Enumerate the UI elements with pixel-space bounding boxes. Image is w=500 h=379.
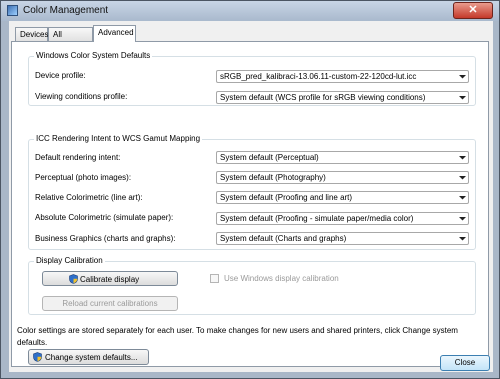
tab-all-profiles[interactable]: All Profiles xyxy=(48,27,93,52)
perceptual-select[interactable]: System default (Photography) xyxy=(216,171,469,184)
calibrate-display-label: Calibrate display xyxy=(80,275,140,284)
perceptual-value: System default (Photography) xyxy=(220,173,326,182)
icc-mapping-group-label: ICC Rendering Intent to WCS Gamut Mappin… xyxy=(34,134,203,143)
default-intent-select[interactable]: System default (Perceptual) xyxy=(216,151,469,164)
uac-shield-icon xyxy=(69,274,78,284)
absolute-colorimetric-label: Absolute Colorimetric (simulate paper): xyxy=(35,213,174,222)
relative-colorimetric-select[interactable]: System default (Proofing and line art) xyxy=(216,191,469,204)
title-bar: Color Management ✕ xyxy=(1,1,499,21)
device-profile-label: Device profile: xyxy=(35,71,86,80)
device-profile-select[interactable]: sRGB_pred_kalibraci-13.06.11-custom-22-1… xyxy=(216,70,469,83)
chevron-down-icon xyxy=(459,217,466,221)
reload-calibrations-button: Reload current calibrations xyxy=(42,296,178,311)
wcs-defaults-group: Windows Color System Defaults Device pro… xyxy=(28,51,476,106)
dialog-client: Devices All Profiles Advanced Windows Co… xyxy=(9,21,493,372)
chevron-down-icon xyxy=(459,156,466,160)
color-management-icon xyxy=(7,5,18,16)
default-intent-label: Default rendering intent: xyxy=(35,153,121,162)
per-user-settings-note: Color settings are stored separately for… xyxy=(17,326,458,347)
reload-calibrations-label: Reload current calibrations xyxy=(62,299,158,308)
viewing-conditions-label: Viewing conditions profile: xyxy=(35,92,128,101)
close-button[interactable]: Close xyxy=(440,355,490,371)
window-close-button[interactable]: ✕ xyxy=(453,2,493,19)
uac-shield-icon xyxy=(33,352,42,362)
use-windows-calibration-option: Use Windows display calibration xyxy=(210,274,360,284)
window-title: Color Management xyxy=(23,5,109,16)
chevron-down-icon xyxy=(459,237,466,241)
relative-colorimetric-label: Relative Colorimetric (line art): xyxy=(35,193,143,202)
business-graphics-value: System default (Charts and graphs) xyxy=(220,234,347,243)
use-windows-calibration-checkbox xyxy=(210,274,219,283)
chevron-down-icon xyxy=(459,75,466,79)
tab-advanced[interactable]: Advanced xyxy=(93,25,136,42)
chevron-down-icon xyxy=(459,176,466,180)
icc-mapping-group: ICC Rendering Intent to WCS Gamut Mappin… xyxy=(28,134,476,250)
display-calibration-group-label: Display Calibration xyxy=(34,256,105,265)
use-windows-calibration-label: Use Windows display calibration xyxy=(224,274,339,283)
color-management-window: Color Management ✕ Devices All Profiles … xyxy=(0,0,500,379)
display-calibration-group: Display Calibration Calibrate display Re… xyxy=(28,256,476,315)
viewing-conditions-select[interactable]: System default (WCS profile for sRGB vie… xyxy=(216,91,469,104)
calibrate-display-button[interactable]: Calibrate display xyxy=(42,271,178,286)
wcs-defaults-group-label: Windows Color System Defaults xyxy=(34,51,153,60)
change-system-defaults-button[interactable]: Change system defaults... xyxy=(28,349,149,365)
business-graphics-select[interactable]: System default (Charts and graphs) xyxy=(216,232,469,245)
business-graphics-label: Business Graphics (charts and graphs): xyxy=(35,234,176,243)
chevron-down-icon xyxy=(459,196,466,200)
advanced-tab-pane: Windows Color System Defaults Device pro… xyxy=(11,41,489,367)
absolute-colorimetric-select[interactable]: System default (Proofing - simulate pape… xyxy=(216,212,469,225)
tab-devices[interactable]: Devices xyxy=(15,27,48,41)
default-intent-value: System default (Perceptual) xyxy=(220,153,319,162)
absolute-colorimetric-value: System default (Proofing - simulate pape… xyxy=(220,214,414,223)
perceptual-label: Perceptual (photo images): xyxy=(35,173,132,182)
viewing-conditions-value: System default (WCS profile for sRGB vie… xyxy=(220,93,426,102)
relative-colorimetric-value: System default (Proofing and line art) xyxy=(220,193,353,202)
device-profile-value: sRGB_pred_kalibraci-13.06.11-custom-22-1… xyxy=(220,72,417,81)
chevron-down-icon xyxy=(459,96,466,100)
change-system-defaults-label: Change system defaults... xyxy=(45,353,138,362)
